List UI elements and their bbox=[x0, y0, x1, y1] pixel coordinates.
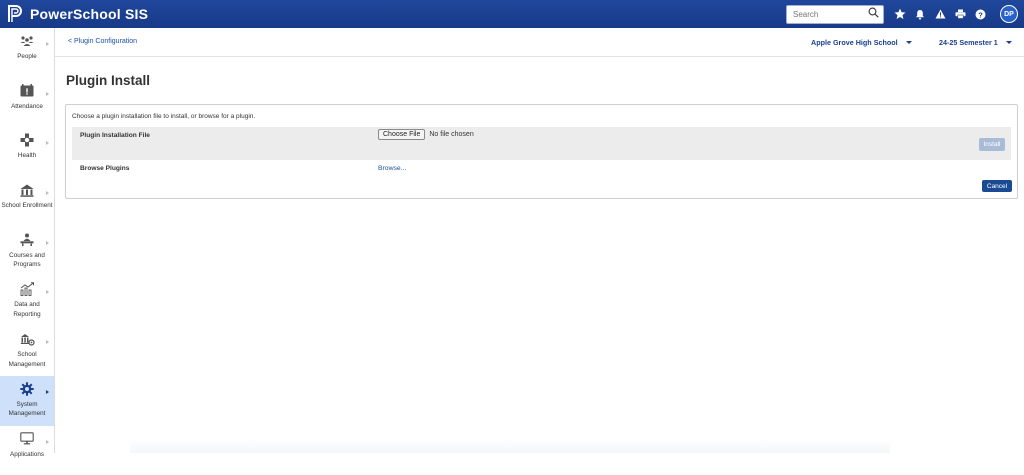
file-status-text: No file chosen bbox=[429, 131, 473, 138]
alert-icon[interactable] bbox=[930, 4, 950, 24]
instructions-text: Choose a plugin installation file to ins… bbox=[72, 113, 255, 120]
sidebar-item-label: School Management bbox=[0, 350, 54, 369]
sidebar-item-courses-programs[interactable]: Courses and Programs bbox=[0, 227, 54, 277]
sidebar-item-label: Attendance bbox=[11, 102, 43, 112]
chevron-right-icon bbox=[46, 191, 49, 195]
chevron-down-icon bbox=[1006, 41, 1012, 44]
school-selector[interactable]: Apple Grove High School bbox=[811, 38, 912, 47]
sidebar-item-label: Data and Reporting bbox=[0, 300, 54, 319]
top-bar: PowerSchool SIS ? DP bbox=[0, 0, 1024, 28]
browse-plugins-row: Browse Plugins Browse... bbox=[72, 160, 1011, 180]
chevron-right-icon bbox=[46, 241, 49, 245]
choose-file-button[interactable]: Choose File bbox=[378, 129, 425, 140]
sidebar-item-school-enrollment[interactable]: School Enrollment bbox=[0, 177, 54, 227]
chevron-right-icon bbox=[46, 340, 49, 344]
sidebar-item-label: Courses and Programs bbox=[0, 251, 54, 270]
sidebar-item-label: System Management bbox=[0, 400, 54, 419]
term-selector[interactable]: 24-25 Semester 1 bbox=[939, 38, 1012, 47]
sidebar-item-school-management[interactable]: School Management bbox=[0, 326, 54, 376]
chevron-right-icon bbox=[46, 42, 49, 46]
sidebar-item-data-reporting[interactable]: Data and Reporting bbox=[0, 276, 54, 326]
sub-header: < Plugin Configuration Apple Grove High … bbox=[55, 28, 1024, 57]
chevron-down-icon bbox=[906, 41, 912, 44]
sidebar-item-label: People bbox=[17, 52, 37, 62]
sidebar-item-label: Applications bbox=[10, 450, 44, 460]
cancel-button[interactable]: Cancel bbox=[982, 180, 1012, 192]
file-input[interactable]: Choose File No file chosen bbox=[378, 129, 474, 140]
sidebar-item-system-management[interactable]: System Management bbox=[0, 376, 54, 426]
enrollment-icon bbox=[19, 183, 35, 197]
search-icon[interactable] bbox=[868, 5, 879, 23]
school-name: Apple Grove High School bbox=[811, 38, 898, 47]
browse-plugins-label: Browse Plugins bbox=[80, 165, 129, 172]
plugin-install-panel: Choose a plugin installation file to ins… bbox=[65, 104, 1018, 199]
powerschool-logo-icon bbox=[8, 5, 22, 23]
courses-icon bbox=[19, 233, 35, 247]
sidebar-item-people[interactable]: People bbox=[0, 28, 54, 78]
install-button[interactable]: Install bbox=[979, 138, 1005, 151]
help-icon[interactable]: ? bbox=[970, 4, 990, 24]
svg-text:?: ? bbox=[978, 10, 983, 19]
gear-icon bbox=[19, 382, 35, 396]
app-title: PowerSchool SIS bbox=[30, 6, 148, 22]
chevron-right-icon bbox=[46, 92, 49, 96]
logo[interactable]: PowerSchool SIS bbox=[8, 5, 148, 23]
sidebar-nav: People Attendance Health School Enrollme… bbox=[0, 28, 55, 453]
breadcrumb-plugin-configuration[interactable]: < Plugin Configuration bbox=[68, 38, 137, 45]
sidebar-item-attendance[interactable]: Attendance bbox=[0, 78, 54, 128]
sidebar-item-label: Health bbox=[18, 151, 36, 161]
bell-icon[interactable] bbox=[910, 4, 930, 24]
people-icon bbox=[19, 34, 35, 48]
monitor-icon bbox=[19, 432, 35, 446]
chevron-right-icon bbox=[46, 141, 49, 145]
term-name: 24-25 Semester 1 bbox=[939, 38, 998, 47]
plugin-file-row: Plugin Installation File Choose File No … bbox=[72, 127, 1011, 160]
print-icon[interactable] bbox=[950, 4, 970, 24]
sidebar-item-health[interactable]: Health bbox=[0, 127, 54, 177]
user-avatar[interactable]: DP bbox=[1000, 5, 1018, 23]
search-input[interactable] bbox=[793, 10, 863, 19]
sidebar-item-label: School Enrollment bbox=[1, 201, 52, 211]
bottom-shadow bbox=[130, 440, 890, 453]
star-icon[interactable] bbox=[890, 4, 910, 24]
reporting-icon bbox=[19, 282, 35, 296]
plugin-file-label: Plugin Installation File bbox=[80, 132, 150, 139]
chevron-right-icon bbox=[46, 440, 49, 444]
search-box[interactable] bbox=[786, 5, 884, 24]
chevron-right-icon bbox=[46, 290, 49, 294]
page-title: Plugin Install bbox=[66, 73, 150, 88]
school-management-icon bbox=[19, 332, 35, 346]
attendance-icon bbox=[19, 84, 35, 98]
browse-link[interactable]: Browse... bbox=[378, 165, 406, 172]
health-icon bbox=[19, 133, 35, 147]
sidebar-item-applications[interactable]: Applications bbox=[0, 426, 54, 475]
chevron-right-icon bbox=[46, 390, 49, 394]
